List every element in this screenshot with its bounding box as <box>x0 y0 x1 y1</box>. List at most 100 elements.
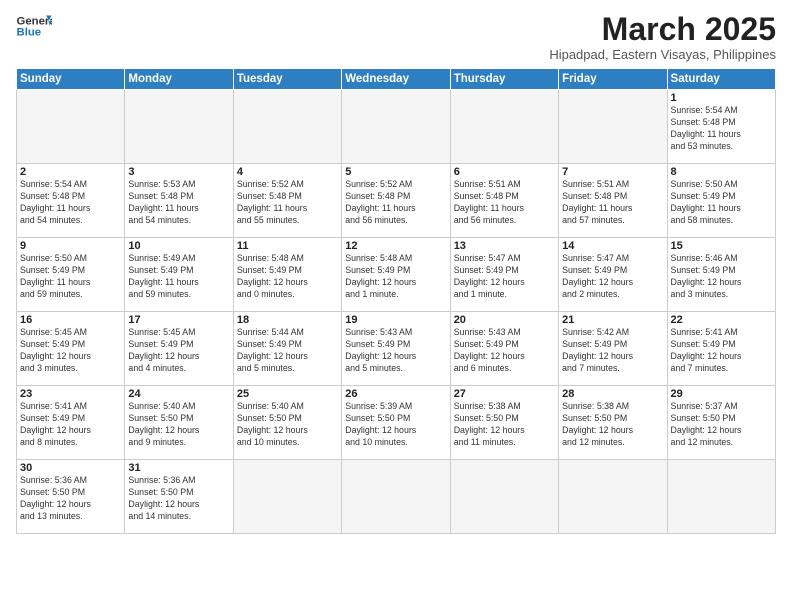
day-info: Sunrise: 5:51 AM Sunset: 5:48 PM Dayligh… <box>562 179 663 227</box>
calendar-header-saturday: Saturday <box>667 69 775 90</box>
calendar-cell: 3Sunrise: 5:53 AM Sunset: 5:48 PM Daylig… <box>125 164 233 238</box>
day-number: 17 <box>128 314 229 326</box>
svg-text:General: General <box>17 15 53 27</box>
calendar-header-row: SundayMondayTuesdayWednesdayThursdayFrid… <box>17 69 776 90</box>
day-info: Sunrise: 5:48 AM Sunset: 5:49 PM Dayligh… <box>345 253 446 301</box>
calendar-week-0: 1Sunrise: 5:54 AM Sunset: 5:48 PM Daylig… <box>17 90 776 164</box>
header: General Blue March 2025 Hipadpad, Easter… <box>16 12 776 62</box>
day-info: Sunrise: 5:43 AM Sunset: 5:49 PM Dayligh… <box>454 327 555 375</box>
day-number: 26 <box>345 388 446 400</box>
calendar-cell: 19Sunrise: 5:43 AM Sunset: 5:49 PM Dayli… <box>342 312 450 386</box>
calendar-cell: 28Sunrise: 5:38 AM Sunset: 5:50 PM Dayli… <box>559 386 667 460</box>
day-info: Sunrise: 5:54 AM Sunset: 5:48 PM Dayligh… <box>671 105 772 153</box>
calendar-cell: 31Sunrise: 5:36 AM Sunset: 5:50 PM Dayli… <box>125 460 233 534</box>
day-number: 14 <box>562 240 663 252</box>
calendar-week-1: 2Sunrise: 5:54 AM Sunset: 5:48 PM Daylig… <box>17 164 776 238</box>
day-number: 12 <box>345 240 446 252</box>
day-number: 27 <box>454 388 555 400</box>
calendar-cell <box>125 90 233 164</box>
subtitle: Hipadpad, Eastern Visayas, Philippines <box>549 47 776 62</box>
day-info: Sunrise: 5:45 AM Sunset: 5:49 PM Dayligh… <box>20 327 121 375</box>
calendar-cell: 29Sunrise: 5:37 AM Sunset: 5:50 PM Dayli… <box>667 386 775 460</box>
day-info: Sunrise: 5:41 AM Sunset: 5:49 PM Dayligh… <box>671 327 772 375</box>
calendar-cell: 27Sunrise: 5:38 AM Sunset: 5:50 PM Dayli… <box>450 386 558 460</box>
day-number: 29 <box>671 388 772 400</box>
day-info: Sunrise: 5:53 AM Sunset: 5:48 PM Dayligh… <box>128 179 229 227</box>
calendar-cell: 7Sunrise: 5:51 AM Sunset: 5:48 PM Daylig… <box>559 164 667 238</box>
day-number: 30 <box>20 462 121 474</box>
calendar-cell: 2Sunrise: 5:54 AM Sunset: 5:48 PM Daylig… <box>17 164 125 238</box>
day-number: 28 <box>562 388 663 400</box>
day-number: 2 <box>20 166 121 178</box>
day-number: 24 <box>128 388 229 400</box>
calendar-page: General Blue March 2025 Hipadpad, Easter… <box>0 0 792 612</box>
calendar-cell: 23Sunrise: 5:41 AM Sunset: 5:49 PM Dayli… <box>17 386 125 460</box>
calendar-cell: 30Sunrise: 5:36 AM Sunset: 5:50 PM Dayli… <box>17 460 125 534</box>
calendar-header-monday: Monday <box>125 69 233 90</box>
calendar-week-5: 30Sunrise: 5:36 AM Sunset: 5:50 PM Dayli… <box>17 460 776 534</box>
day-info: Sunrise: 5:50 AM Sunset: 5:49 PM Dayligh… <box>671 179 772 227</box>
calendar-cell: 22Sunrise: 5:41 AM Sunset: 5:49 PM Dayli… <box>667 312 775 386</box>
calendar-cell: 8Sunrise: 5:50 AM Sunset: 5:49 PM Daylig… <box>667 164 775 238</box>
calendar-header-friday: Friday <box>559 69 667 90</box>
day-info: Sunrise: 5:43 AM Sunset: 5:49 PM Dayligh… <box>345 327 446 375</box>
day-number: 5 <box>345 166 446 178</box>
calendar-cell: 26Sunrise: 5:39 AM Sunset: 5:50 PM Dayli… <box>342 386 450 460</box>
day-number: 6 <box>454 166 555 178</box>
day-info: Sunrise: 5:39 AM Sunset: 5:50 PM Dayligh… <box>345 401 446 449</box>
day-info: Sunrise: 5:41 AM Sunset: 5:49 PM Dayligh… <box>20 401 121 449</box>
day-info: Sunrise: 5:47 AM Sunset: 5:49 PM Dayligh… <box>562 253 663 301</box>
day-number: 21 <box>562 314 663 326</box>
day-info: Sunrise: 5:38 AM Sunset: 5:50 PM Dayligh… <box>454 401 555 449</box>
day-info: Sunrise: 5:52 AM Sunset: 5:48 PM Dayligh… <box>237 179 338 227</box>
day-number: 19 <box>345 314 446 326</box>
day-number: 11 <box>237 240 338 252</box>
day-number: 7 <box>562 166 663 178</box>
day-number: 23 <box>20 388 121 400</box>
calendar-cell: 21Sunrise: 5:42 AM Sunset: 5:49 PM Dayli… <box>559 312 667 386</box>
calendar-cell <box>233 460 341 534</box>
day-info: Sunrise: 5:37 AM Sunset: 5:50 PM Dayligh… <box>671 401 772 449</box>
day-info: Sunrise: 5:42 AM Sunset: 5:49 PM Dayligh… <box>562 327 663 375</box>
calendar-cell: 17Sunrise: 5:45 AM Sunset: 5:49 PM Dayli… <box>125 312 233 386</box>
day-info: Sunrise: 5:46 AM Sunset: 5:49 PM Dayligh… <box>671 253 772 301</box>
calendar-cell <box>17 90 125 164</box>
calendar-header-sunday: Sunday <box>17 69 125 90</box>
calendar-cell: 18Sunrise: 5:44 AM Sunset: 5:49 PM Dayli… <box>233 312 341 386</box>
calendar-cell: 11Sunrise: 5:48 AM Sunset: 5:49 PM Dayli… <box>233 238 341 312</box>
calendar-week-3: 16Sunrise: 5:45 AM Sunset: 5:49 PM Dayli… <box>17 312 776 386</box>
calendar-week-4: 23Sunrise: 5:41 AM Sunset: 5:49 PM Dayli… <box>17 386 776 460</box>
calendar-cell <box>559 90 667 164</box>
day-number: 9 <box>20 240 121 252</box>
day-info: Sunrise: 5:51 AM Sunset: 5:48 PM Dayligh… <box>454 179 555 227</box>
calendar-cell: 16Sunrise: 5:45 AM Sunset: 5:49 PM Dayli… <box>17 312 125 386</box>
calendar-cell: 14Sunrise: 5:47 AM Sunset: 5:49 PM Dayli… <box>559 238 667 312</box>
calendar-cell <box>450 460 558 534</box>
day-info: Sunrise: 5:48 AM Sunset: 5:49 PM Dayligh… <box>237 253 338 301</box>
day-info: Sunrise: 5:44 AM Sunset: 5:49 PM Dayligh… <box>237 327 338 375</box>
day-info: Sunrise: 5:40 AM Sunset: 5:50 PM Dayligh… <box>237 401 338 449</box>
calendar-table: SundayMondayTuesdayWednesdayThursdayFrid… <box>16 68 776 534</box>
day-number: 25 <box>237 388 338 400</box>
day-number: 4 <box>237 166 338 178</box>
day-number: 8 <box>671 166 772 178</box>
day-info: Sunrise: 5:40 AM Sunset: 5:50 PM Dayligh… <box>128 401 229 449</box>
calendar-cell: 1Sunrise: 5:54 AM Sunset: 5:48 PM Daylig… <box>667 90 775 164</box>
day-number: 15 <box>671 240 772 252</box>
calendar-cell <box>559 460 667 534</box>
day-number: 3 <box>128 166 229 178</box>
calendar-cell <box>233 90 341 164</box>
calendar-cell: 13Sunrise: 5:47 AM Sunset: 5:49 PM Dayli… <box>450 238 558 312</box>
day-number: 10 <box>128 240 229 252</box>
day-number: 1 <box>671 92 772 104</box>
calendar-cell: 10Sunrise: 5:49 AM Sunset: 5:49 PM Dayli… <box>125 238 233 312</box>
day-info: Sunrise: 5:52 AM Sunset: 5:48 PM Dayligh… <box>345 179 446 227</box>
day-number: 18 <box>237 314 338 326</box>
calendar-header-wednesday: Wednesday <box>342 69 450 90</box>
calendar-week-2: 9Sunrise: 5:50 AM Sunset: 5:49 PM Daylig… <box>17 238 776 312</box>
day-number: 13 <box>454 240 555 252</box>
calendar-cell: 24Sunrise: 5:40 AM Sunset: 5:50 PM Dayli… <box>125 386 233 460</box>
calendar-cell: 4Sunrise: 5:52 AM Sunset: 5:48 PM Daylig… <box>233 164 341 238</box>
calendar-cell: 9Sunrise: 5:50 AM Sunset: 5:49 PM Daylig… <box>17 238 125 312</box>
day-info: Sunrise: 5:38 AM Sunset: 5:50 PM Dayligh… <box>562 401 663 449</box>
